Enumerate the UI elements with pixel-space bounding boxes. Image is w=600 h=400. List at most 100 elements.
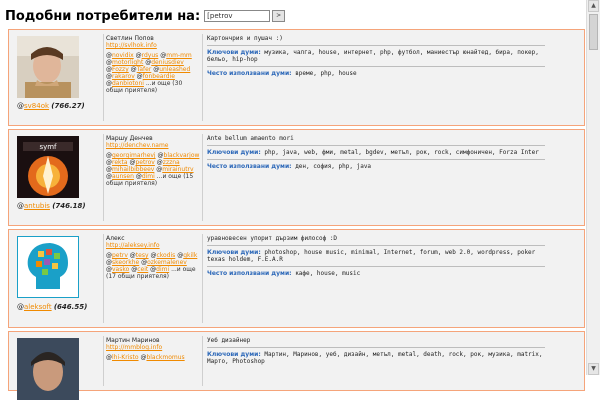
often-words-row: Често използвани думи: време, php, house (207, 70, 545, 80)
vertical-scrollbar[interactable]: ▲ ▼ (586, 0, 600, 375)
search-input[interactable]: [petrov (204, 10, 271, 22)
friend-link[interactable]: petrov (135, 159, 154, 166)
friend-link[interactable]: Tafer (137, 66, 152, 73)
column-divider (103, 34, 104, 121)
user-details: Ante bellum amaento mori Ключови думи: p… (207, 135, 545, 176)
user-full-name: Мартин Маринов (106, 337, 160, 344)
column-divider (202, 34, 203, 121)
friend-link[interactable]: unleashed (159, 66, 190, 73)
friend-link[interactable]: deniusdiev (151, 59, 184, 66)
user-website-link[interactable]: http://svlhok.info (106, 42, 201, 49)
friend-link[interactable]: blackmomus (146, 354, 184, 361)
friend-link[interactable]: dimi (142, 173, 155, 180)
friend-link[interactable]: tesy (136, 252, 149, 259)
avatar[interactable] (17, 36, 79, 98)
column-divider (103, 134, 104, 221)
friend-link[interactable]: zzzna (163, 159, 180, 166)
avatar[interactable] (17, 236, 79, 298)
friend-link[interactable]: georgimarhevj (112, 152, 156, 159)
friend-link[interactable]: blackvarjow (164, 152, 200, 159)
user-details: Уеб дизайнер Ключови думи: Мартин, Марин… (207, 337, 545, 371)
avatar-column: @aleksoft (646.55) (9, 230, 101, 327)
keywords-label: Ключови думи: (207, 351, 261, 358)
often-words-label: Често използвани думи: (207, 163, 292, 170)
column-divider (202, 234, 203, 323)
friend-link[interactable]: ckodis (156, 252, 175, 259)
keywords-label: Ключови думи: (207, 149, 261, 156)
user-card: @sv84ok (766.27) Светлин Попов http://sv… (8, 29, 585, 126)
user-bio: Картончрия и пушач :) (207, 35, 545, 46)
username-link[interactable]: sv84ok (24, 102, 49, 110)
user-bio: Уеб дизайнер (207, 337, 545, 348)
user-website-link[interactable]: http://mmblog.info (106, 344, 201, 351)
user-full-name: Маршу Денчев (106, 135, 153, 142)
avatar-column: symf @antubis (746.18) (9, 130, 101, 225)
friend-link[interactable]: novidix (112, 52, 134, 59)
friend-link[interactable]: danbiotoni (112, 80, 144, 87)
user-bio: Ante bellum amaento mori (207, 135, 545, 146)
friend-link[interactable]: ozkemalenev (147, 259, 187, 266)
username-link[interactable]: aleksoft (24, 303, 52, 311)
user-info: Мартин Маринов http://mmblog.info @lhi-K… (106, 337, 201, 361)
friend-sep: @ (139, 259, 148, 266)
often-words-value: кафе, house, music (295, 270, 361, 277)
friend-link[interactable]: mirainutrv (162, 166, 193, 173)
friend-link[interactable]: mihailbibbeev (112, 166, 154, 173)
search-go-button[interactable]: > (272, 10, 286, 22)
friend-link[interactable]: Fozzy (112, 66, 129, 73)
keywords-row: Ключови думи: photoshop, house music, mi… (207, 249, 545, 267)
friend-link[interactable]: petrv (112, 252, 128, 259)
friend-link[interactable]: mm-mm (166, 52, 192, 59)
user-card: symf @antubis (746.18) Маршу Денчев http… (8, 129, 585, 226)
user-website-link[interactable]: http://denchev.name (106, 142, 201, 149)
friend-link[interactable]: aunsen (112, 173, 134, 180)
column-divider (202, 336, 203, 386)
friend-link[interactable]: motorlight (112, 59, 143, 66)
keywords-row: Ключови думи: php, java, web, фми, metal… (207, 149, 545, 160)
friend-link[interactable]: rdyus (142, 52, 159, 59)
avatar-column: @sv84ok (766.27) (9, 30, 101, 125)
user-bio: уравновесен упорит дързим философ :D (207, 235, 545, 246)
friend-link[interactable]: dimi (156, 266, 169, 273)
friend-sep: @ (133, 52, 142, 59)
username-link[interactable]: antubis (24, 202, 50, 210)
scrollbar-thumb[interactable] (589, 14, 598, 50)
mutual-friends: @petrv @tesy @ckodis @gkilk @skeorkhe @o… (106, 252, 201, 280)
user-details: уравновесен упорит дързим философ :D Клю… (207, 235, 545, 283)
scroll-up-arrow-icon[interactable]: ▲ (588, 0, 599, 12)
friend-link[interactable]: gkilk (183, 252, 197, 259)
user-link-row: @sv84ok (766.27) (17, 102, 85, 110)
avatar[interactable] (17, 338, 79, 400)
keywords-label: Ключови думи: (207, 249, 261, 256)
column-divider (103, 234, 104, 323)
scroll-down-arrow-icon[interactable]: ▼ (588, 363, 599, 375)
friend-sep: @ (127, 252, 136, 259)
column-divider (103, 336, 104, 386)
friend-link[interactable]: skeorkhe (112, 259, 139, 266)
user-link-row: @aleksoft (646.55) (17, 303, 88, 311)
similar-users-list: @sv84ok (766.27) Светлин Попов http://sv… (8, 29, 585, 400)
mutual-friends: @lhi-Kristo @blackmomus (106, 354, 201, 361)
friend-link[interactable]: ceit (137, 266, 148, 273)
friend-sep: @ (128, 66, 137, 73)
friend-link[interactable]: fonbeardie (143, 73, 175, 80)
keywords-row: Ключови думи: музика, чалга, house, инте… (207, 49, 545, 67)
friend-sep: @ (133, 173, 142, 180)
user-website-link[interactable]: http://aleksey.info (106, 242, 201, 249)
often-words-value: ден, софия, php, java (295, 163, 372, 170)
friend-sep: @ (134, 73, 143, 80)
user-score: (766.27) (51, 102, 85, 110)
avatar[interactable]: symf (17, 136, 79, 198)
often-words-value: време, php, house (295, 70, 357, 77)
friend-link[interactable]: rekta (112, 159, 128, 166)
user-details: Картончрия и пушач :) Ключови думи: музи… (207, 35, 545, 83)
friend-sep: @ (154, 159, 163, 166)
often-words-label: Често използвани думи: (207, 70, 292, 77)
user-full-name: Алекс (106, 235, 125, 242)
mutual-friends: @georgimarhevj @blackvarjow @rekta @petr… (106, 152, 201, 187)
friend-link[interactable]: lhi-Kristo (112, 354, 139, 361)
user-info: Светлин Попов http://svlhok.info @novidi… (106, 35, 201, 94)
friend-link[interactable]: rakarov (112, 73, 135, 80)
often-words-row: Често използвани думи: кафе, house, musi… (207, 270, 545, 280)
friend-link[interactable]: vasko (112, 266, 129, 273)
